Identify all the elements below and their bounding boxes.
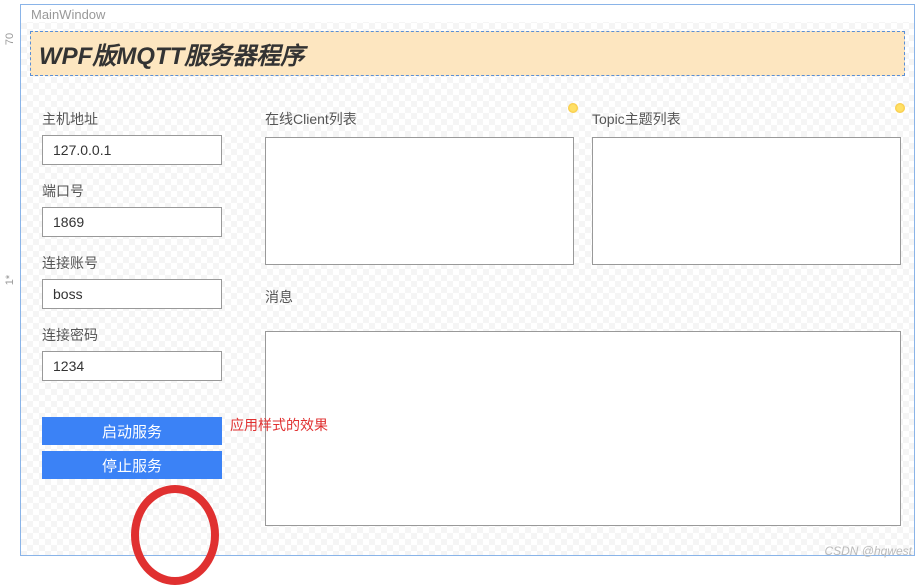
stop-service-button[interactable]: 停止服务 [42,451,222,479]
left-column: 主机地址 端口号 连接账号 连接密码 启动服务 停止服务 [42,109,242,485]
port-field-group: 端口号 [42,181,242,237]
highlight-circle [131,485,219,585]
window-title: MainWindow [21,5,914,22]
ruler-mark-star: 1* [4,275,16,285]
lightbulb-icon[interactable] [895,103,905,113]
designer-canvas[interactable]: MainWindow WPF版MQTT服务器程序 主机地址 端口号 连接账号 连… [20,4,915,556]
account-field-group: 连接账号 [42,253,242,309]
app-header[interactable]: WPF版MQTT服务器程序 [30,31,905,76]
account-input[interactable] [42,279,222,309]
content-area: 主机地址 端口号 连接账号 连接密码 启动服务 停止服务 [30,85,905,549]
host-label: 主机地址 [42,109,242,129]
ruler-left: 70 1* [0,4,20,556]
watermark: CSDN @hqwest [824,544,912,558]
topic-list-label: Topic主题列表 [592,109,901,129]
port-input[interactable] [42,207,222,237]
host-input[interactable] [42,135,222,165]
top-lists: 在线Client列表 Topic主题列表 [265,109,901,265]
client-list-wrap: 在线Client列表 [265,109,574,265]
password-input[interactable] [42,351,222,381]
ruler-mark-70: 70 [4,33,16,45]
topic-list-wrap: Topic主题列表 [592,109,901,265]
right-column: 在线Client列表 Topic主题列表 消息 [265,109,901,549]
password-field-group: 连接密码 [42,325,242,381]
account-label: 连接账号 [42,253,242,273]
client-list-box[interactable] [265,137,574,265]
host-field-group: 主机地址 [42,109,242,165]
message-label: 消息 [265,287,901,307]
message-section: 消息 [265,287,901,526]
start-service-button[interactable]: 启动服务 [42,417,222,445]
message-box[interactable] [265,331,901,526]
client-list-label: 在线Client列表 [265,109,574,129]
port-label: 端口号 [42,181,242,201]
password-label: 连接密码 [42,325,242,345]
topic-list-box[interactable] [592,137,901,265]
style-annotation: 应用样式的效果 [230,415,328,435]
button-section: 启动服务 停止服务 [42,417,242,479]
lightbulb-icon[interactable] [568,103,578,113]
